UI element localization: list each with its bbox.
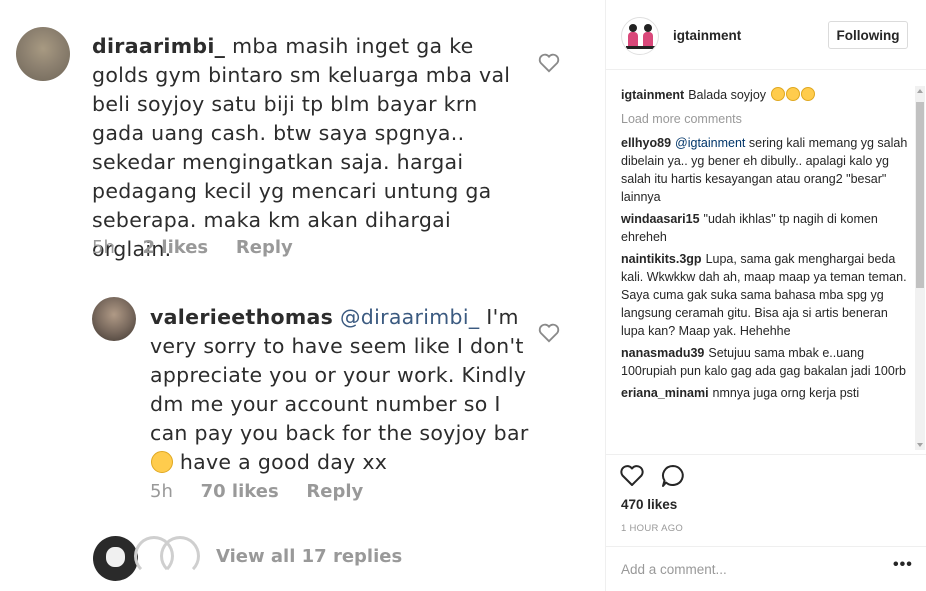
image-comment-2: valerieethomas @diraarimbi_ I'm very sor… [150,303,540,477]
post-actions: 470 likes 1 HOUR AGO [606,454,926,546]
list-item: eriana_minami nmnya juga orng kerja psti [621,384,912,402]
view-replies-text: View all 17 replies [216,546,403,567]
caption-text: Balada soyjoy [688,88,767,102]
load-more-comments[interactable]: Load more comments [621,110,912,128]
grin-emoji-icon [770,87,785,101]
image-comment-meta: 5h 70 likes Reply [150,481,385,502]
add-comment-bar: Add a comment... ••• [606,546,926,591]
reply-avatar [92,297,136,341]
grin-emoji-icon [800,87,815,101]
comment-username[interactable]: windaasari15 [621,212,700,226]
profile-avatar[interactable] [621,17,659,55]
add-comment-input[interactable]: Add a comment... [621,562,727,577]
comment-username[interactable]: nanasmadu39 [621,346,704,360]
comment-username[interactable]: ellhyo89 [621,136,671,150]
heart-icon [538,53,560,73]
reply-avatar-placeholder [160,536,200,576]
comment-bubble-icon[interactable] [660,463,686,489]
image-comment-mention: @diraarimbi_ [339,305,480,329]
commenter-avatar [16,27,70,81]
following-button[interactable]: Following [828,21,908,49]
caption-username[interactable]: igtainment [621,88,684,102]
grin-emoji-icon [785,87,800,101]
comments-scrollbar[interactable] [915,86,925,450]
list-item: ellhyo89 @igtainment sering kali memang y… [621,134,912,206]
post-sidebar: igtainment Following igtainment Balada so… [605,0,926,591]
list-item: naintikits.3gp Lupa, sama gak menghargai … [621,250,912,340]
profile-username[interactable]: igtainment [673,28,741,43]
comment-reply: Reply [306,481,364,502]
heart-icon[interactable] [619,463,645,489]
comment-likes: 70 likes [200,481,279,502]
more-options-icon[interactable]: ••• [893,556,913,574]
post-timestamp: 1 HOUR AGO [621,523,684,534]
post-header: igtainment Following [606,0,926,70]
comment-time: 5h [92,237,115,258]
reply-avatar [93,536,138,581]
image-comment-meta: 5h 2 likes Reply [92,237,315,258]
comment-likes: 2 likes [142,237,209,258]
image-comment-text: mba masih inget ga ke golds gym bintaro … [92,34,511,261]
comment-reply: Reply [235,237,293,258]
image-comment-username: diraarimbi_ [92,34,226,58]
scroll-up-arrow-icon[interactable] [917,89,923,93]
comment-username[interactable]: naintikits.3gp [621,252,702,266]
smile-emoji-icon [151,451,173,473]
image-comment-text-end: have a good day xx [179,450,388,474]
heart-icon [538,323,560,343]
image-comment-username: valerieethomas [150,305,334,329]
comments-list: igtainment Balada soyjoy Load more commen… [621,86,912,450]
comment-text: nmnya juga orng kerja psti [712,386,860,400]
comment-time: 5h [150,481,173,502]
list-item: windaasari15 "udah ikhlas" tp nagih di ko… [621,210,912,246]
post-image: diraarimbi_ mba masih inget ga ke golds … [0,0,605,591]
likes-count[interactable]: 470 likes [621,497,677,512]
scroll-down-arrow-icon[interactable] [917,443,923,447]
image-comment-1: diraarimbi_ mba masih inget ga ke golds … [92,32,532,264]
comment-mention[interactable]: @igtainment [675,136,745,150]
scrollbar-thumb[interactable] [916,102,924,288]
caption: igtainment Balada soyjoy [621,86,912,104]
list-item: nanasmadu39 Setujuu sama mbak e..uang 100… [621,344,912,380]
comment-username[interactable]: eriana_minami [621,386,709,400]
